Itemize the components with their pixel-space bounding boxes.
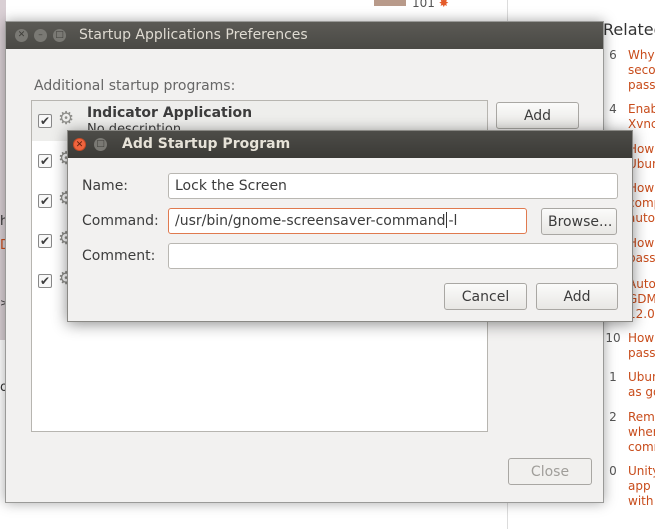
name-label: Name: xyxy=(82,178,129,194)
avatar[interactable] xyxy=(374,0,406,6)
close-icon[interactable]: ✕ xyxy=(73,138,86,151)
related-item[interactable]: 2 Remo when comm xyxy=(603,410,655,460)
command-label: Command: xyxy=(82,213,159,229)
related-link[interactable]: Unity app l with xyxy=(628,464,655,509)
window-title: Startup Applications Preferences xyxy=(79,27,308,43)
related-link[interactable]: Remo when comm xyxy=(628,410,655,455)
reputation-score: 101 ✸ xyxy=(412,0,449,10)
related-item[interactable]: 0 Unity app l with xyxy=(603,464,655,514)
maximize-icon[interactable]: □ xyxy=(53,29,66,42)
command-text-after-caret: -l xyxy=(448,213,458,229)
related-link[interactable]: Enab Xvnc, xyxy=(628,102,655,132)
related-link[interactable]: Why seco passv xyxy=(628,48,655,93)
add-button[interactable]: Add xyxy=(536,283,618,310)
name-field[interactable]: Lock the Screen xyxy=(168,173,618,199)
comment-label: Comment: xyxy=(82,248,156,264)
related-link[interactable]: Ubun as gd xyxy=(628,370,655,400)
add-startup-program-dialog: ✕ □ Add Startup Program Name: Lock the S… xyxy=(67,130,633,322)
close-icon[interactable]: ✕ xyxy=(15,29,28,42)
minimize-icon[interactable]: – xyxy=(34,29,47,42)
enable-checkbox[interactable]: ✔ xyxy=(38,194,52,208)
dialog-titlebar[interactable]: ✕ □ Add Startup Program xyxy=(68,131,632,158)
program-name: Indicator Application xyxy=(87,105,253,121)
enable-checkbox[interactable]: ✔ xyxy=(38,114,52,128)
related-heading: Related xyxy=(603,20,655,39)
dialog-title: Add Startup Program xyxy=(122,136,291,152)
enable-checkbox[interactable]: ✔ xyxy=(38,154,52,168)
cancel-button[interactable]: Cancel xyxy=(444,283,527,310)
add-button[interactable]: Add xyxy=(496,102,579,129)
command-field[interactable]: /usr/bin/gnome-screensaver-command -l xyxy=(168,208,527,234)
close-button[interactable]: Close xyxy=(508,458,592,485)
comment-field[interactable] xyxy=(168,243,618,269)
window-titlebar[interactable]: ✕ – □ Startup Applications Preferences xyxy=(6,22,603,49)
related-item[interactable]: 6 Why seco passv xyxy=(603,48,655,98)
section-label: Additional startup programs: xyxy=(34,78,236,94)
browse-button[interactable]: Browse... xyxy=(541,208,617,235)
command-text: /usr/bin/gnome-screensaver-command xyxy=(175,213,446,229)
maximize-icon[interactable]: □ xyxy=(94,138,107,151)
gear-icon: ⚙ xyxy=(58,108,75,129)
related-link[interactable]: How passv xyxy=(628,331,655,361)
badge-icon: ✸ xyxy=(438,0,449,10)
enable-checkbox[interactable]: ✔ xyxy=(38,234,52,248)
enable-checkbox[interactable]: ✔ xyxy=(38,274,52,288)
